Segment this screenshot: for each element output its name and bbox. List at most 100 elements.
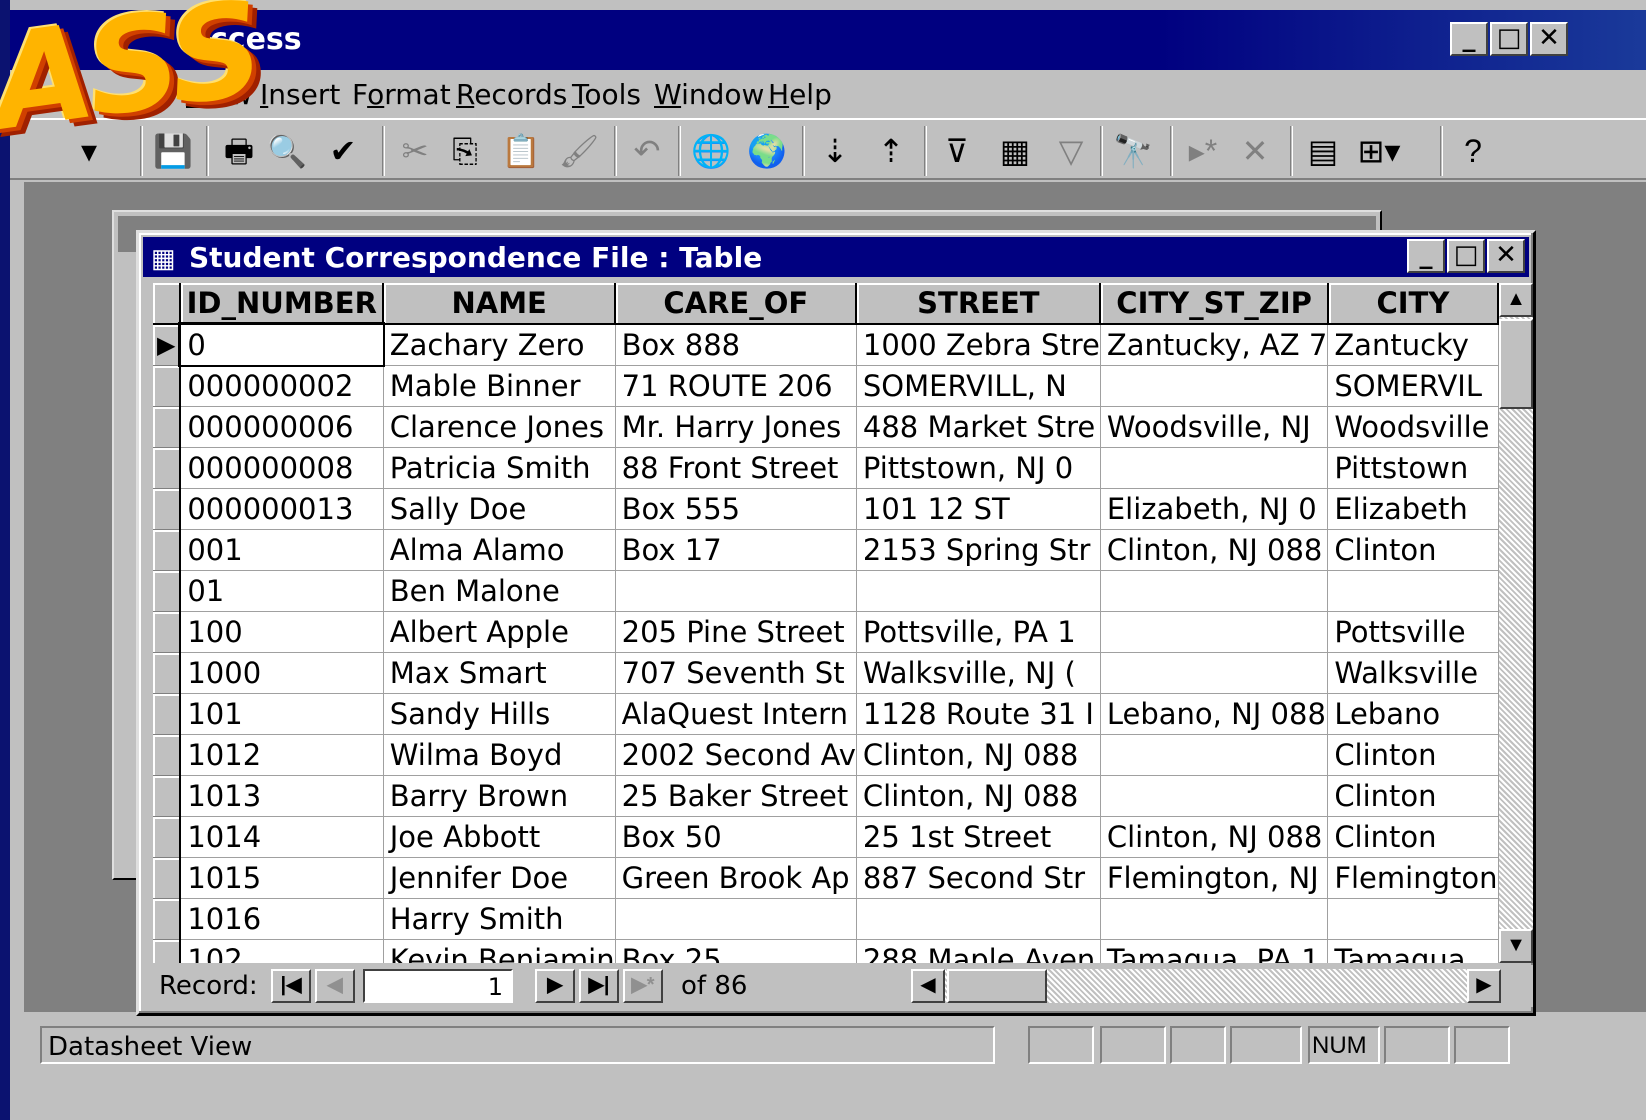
- table-cell[interactable]: Green Brook Ap: [615, 857, 857, 899]
- table-cell[interactable]: 1013: [180, 775, 384, 817]
- new-record-icon[interactable]: ▸*: [1180, 128, 1226, 174]
- table-cell[interactable]: 000000013: [180, 488, 384, 530]
- table-close-button[interactable]: ✕: [1487, 239, 1525, 273]
- table-cell[interactable]: Tamaqua, PA 1: [1100, 939, 1329, 963]
- scroll-right-button[interactable]: ▶: [1467, 969, 1501, 1003]
- print-icon[interactable]: 🖶: [216, 128, 262, 174]
- table-cell[interactable]: 102: [180, 939, 384, 963]
- table-window[interactable]: ▦ Student Correspondence File : Table _ …: [136, 230, 1536, 1016]
- table-row[interactable]: 000000008 Patricia Smith 88 Front Street Pi…: [153, 447, 1499, 489]
- table-row[interactable]: 001 Alma Alamo Box 17 2153 Spring Str Clinto…: [153, 529, 1499, 571]
- table-cell[interactable]: 1014: [180, 816, 384, 858]
- table-cell[interactable]: Albert Apple: [383, 611, 616, 653]
- record-selector[interactable]: [153, 857, 182, 899]
- table-cell[interactable]: Alma Alamo: [383, 529, 616, 571]
- table-cell[interactable]: Kevin Benjamin: [383, 939, 616, 963]
- table-cell[interactable]: [856, 898, 1101, 940]
- horizontal-scroll-thumb[interactable]: [947, 969, 1047, 1003]
- column-header[interactable]: ID_NUMBER: [180, 283, 385, 325]
- vertical-scrollbar[interactable]: ▲ ▼: [1499, 283, 1533, 963]
- table-cell[interactable]: 000000002: [180, 365, 384, 407]
- table-cell[interactable]: 0: [178, 322, 386, 367]
- format-painter-icon[interactable]: 🖌: [556, 128, 602, 174]
- table-cell[interactable]: Box 50: [615, 816, 857, 858]
- current-record-indicator[interactable]: ▶: [153, 324, 182, 366]
- table-cell[interactable]: [1100, 652, 1329, 694]
- menu-help[interactable]: Help: [768, 78, 832, 111]
- table-cell[interactable]: Patricia Smith: [383, 447, 616, 489]
- table-row[interactable]: 1016 Harry Smith: [153, 898, 1499, 940]
- table-cell[interactable]: 101 12 ST: [856, 488, 1101, 530]
- column-header[interactable]: STREET: [856, 283, 1102, 325]
- table-cell[interactable]: [1100, 447, 1329, 489]
- table-cell[interactable]: 1128 Route 31 I: [856, 693, 1101, 735]
- table-cell[interactable]: Tamaqua: [1327, 939, 1499, 963]
- table-row[interactable]: 1012 Wilma Boyd 2002 Second Av Clinton, NJ …: [153, 734, 1499, 776]
- sort-descending-icon[interactable]: ⇡: [868, 128, 914, 174]
- record-selector[interactable]: [153, 775, 182, 817]
- table-row[interactable]: 1013 Barry Brown 25 Baker Street Clinton, N…: [153, 775, 1499, 817]
- table-cell[interactable]: AlaQuest Intern: [615, 693, 857, 735]
- table-cell[interactable]: SOMERVIL: [1327, 365, 1499, 407]
- table-cell[interactable]: Clinton, NJ 088: [1100, 529, 1329, 571]
- table-cell[interactable]: Mr. Harry Jones: [615, 406, 857, 448]
- table-cell[interactable]: Clinton: [1327, 775, 1499, 817]
- table-cell[interactable]: SOMERVILL, N: [856, 365, 1101, 407]
- table-cell[interactable]: 288 Maple Aven: [856, 939, 1101, 963]
- table-row[interactable]: ▶ 0 Zachary Zero Box 888 1000 Zebra Stre Zant…: [153, 322, 1499, 367]
- table-cell[interactable]: 205 Pine Street: [615, 611, 857, 653]
- table-cell[interactable]: Lebano, NJ 088: [1100, 693, 1329, 735]
- menu-format[interactable]: Format: [352, 78, 451, 111]
- table-cell[interactable]: Clinton: [1327, 816, 1499, 858]
- table-cell[interactable]: Elizabeth, NJ 0: [1100, 488, 1329, 530]
- table-cell[interactable]: [615, 898, 857, 940]
- table-cell[interactable]: 25 1st Street: [856, 816, 1101, 858]
- column-header[interactable]: CITY_ST_ZIP: [1100, 283, 1329, 325]
- record-number-input[interactable]: 1: [363, 969, 513, 1003]
- new-record-nav-button[interactable]: ▶*: [623, 969, 663, 1003]
- table-cell[interactable]: 488 Market Stre: [856, 406, 1101, 448]
- table-row[interactable]: 000000006 Clarence Jones Mr. Harry Jones 48…: [153, 406, 1499, 448]
- table-cell[interactable]: [1327, 570, 1499, 612]
- record-selector[interactable]: [153, 570, 182, 612]
- table-row[interactable]: 100 Albert Apple 205 Pine Street Pottsville…: [153, 611, 1499, 653]
- table-cell[interactable]: [1100, 611, 1329, 653]
- table-cell[interactable]: [1100, 365, 1329, 407]
- paste-icon[interactable]: 📋: [498, 128, 544, 174]
- table-cell[interactable]: 000000006: [180, 406, 384, 448]
- table-cell[interactable]: Lebano: [1327, 693, 1499, 735]
- menu-tools[interactable]: Tools: [572, 78, 641, 111]
- vertical-scroll-thumb[interactable]: [1499, 319, 1533, 409]
- table-cell[interactable]: Clinton: [1327, 734, 1499, 776]
- close-button[interactable]: ✕: [1530, 22, 1568, 56]
- table-cell[interactable]: Woodsville: [1327, 406, 1499, 448]
- table-cell[interactable]: Mable Binner: [383, 365, 616, 407]
- table-cell[interactable]: Wilma Boyd: [383, 734, 616, 776]
- table-row[interactable]: 101 Sandy Hills AlaQuest Intern 1128 Route …: [153, 693, 1499, 735]
- scroll-left-button[interactable]: ◀: [911, 969, 945, 1003]
- web-toolbar-icon[interactable]: 🌍: [744, 128, 790, 174]
- table-cell[interactable]: Pottsville: [1327, 611, 1499, 653]
- first-record-button[interactable]: |◀: [271, 969, 311, 1003]
- record-selector[interactable]: [153, 652, 182, 694]
- filter-by-form-icon[interactable]: ▦: [992, 128, 1038, 174]
- table-cell[interactable]: 001: [180, 529, 384, 571]
- table-cell[interactable]: Flemington, NJ: [1100, 857, 1329, 899]
- table-cell[interactable]: Zantucky, AZ 7: [1100, 324, 1329, 366]
- table-row[interactable]: 01 Ben Malone: [153, 570, 1499, 612]
- table-cell[interactable]: Pittstown: [1327, 447, 1499, 489]
- table-cell[interactable]: 1016: [180, 898, 384, 940]
- table-cell[interactable]: Zantucky: [1327, 324, 1499, 366]
- help-icon[interactable]: ?: [1450, 128, 1496, 174]
- filter-by-selection-icon[interactable]: ⊽: [934, 128, 980, 174]
- spelling-icon[interactable]: ✔: [320, 128, 366, 174]
- insert-hyperlink-icon[interactable]: 🌐: [688, 128, 734, 174]
- table-cell[interactable]: Box 888: [615, 324, 857, 366]
- table-cell[interactable]: 707 Seventh St: [615, 652, 857, 694]
- table-cell[interactable]: Jennifer Doe: [383, 857, 616, 899]
- table-row[interactable]: 1000 Max Smart 707 Seventh St Walksville, N…: [153, 652, 1499, 694]
- table-maximize-button[interactable]: □: [1447, 239, 1485, 273]
- record-selector[interactable]: [153, 529, 182, 571]
- record-selector[interactable]: [153, 734, 182, 776]
- table-cell[interactable]: Box 555: [615, 488, 857, 530]
